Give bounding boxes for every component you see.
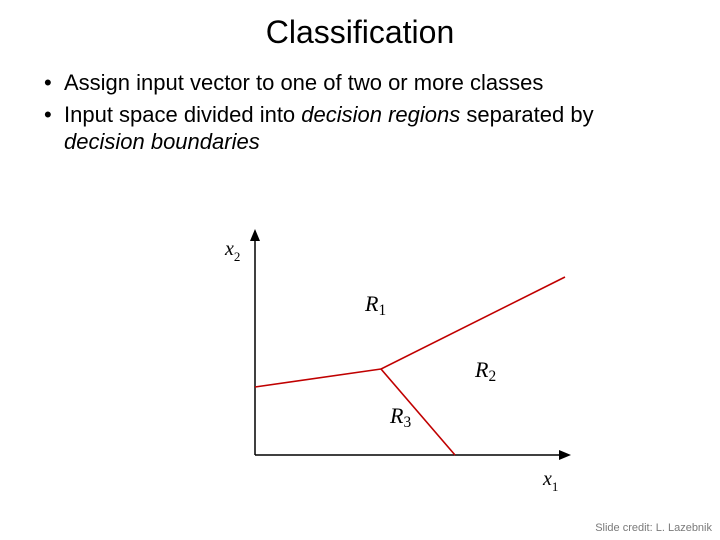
decision-boundary-1 (255, 369, 381, 387)
bullet-list: Assign input vector to one of two or mor… (0, 69, 720, 156)
figure-svg: x2 x1 R1 R2 R3 (195, 215, 595, 505)
region-3-R: R (389, 403, 404, 428)
y-axis-label: x2 (224, 238, 240, 264)
region-1-R: R (364, 291, 379, 316)
region-2-label: R2 (474, 357, 496, 385)
region-3-n: 3 (403, 414, 411, 431)
decision-boundary-3 (381, 277, 565, 369)
y-axis-label-x: x (224, 238, 234, 260)
decision-region-figure: x2 x1 R1 R2 R3 (195, 215, 595, 505)
bullet-2-italic-1: decision regions (301, 102, 460, 127)
x-axis-label-x: x (542, 468, 552, 490)
y-axis-label-sub: 2 (234, 249, 241, 264)
bullet-2-text-a: Input space divided into (64, 102, 301, 127)
region-1-label: R1 (364, 291, 386, 319)
region-2-R: R (474, 357, 489, 382)
bullet-2-italic-2: decision boundaries (64, 129, 260, 154)
slide: Classification Assign input vector to on… (0, 0, 720, 540)
y-axis-arrow-icon (250, 229, 260, 241)
bullet-1: Assign input vector to one of two or mor… (40, 69, 680, 97)
bullet-2-text-b: separated by (460, 102, 593, 127)
x-axis-label: x1 (542, 468, 558, 494)
region-3-label: R3 (389, 403, 411, 431)
bullet-2: Input space divided into decision region… (40, 101, 680, 156)
x-axis-label-sub: 1 (552, 479, 559, 494)
bullet-1-text: Assign input vector to one of two or mor… (64, 70, 543, 95)
region-1-n: 1 (378, 302, 386, 319)
page-title: Classification (0, 0, 720, 51)
slide-credit: Slide credit: L. Lazebnik (595, 522, 712, 534)
region-2-n: 2 (488, 368, 496, 385)
x-axis-arrow-icon (559, 450, 571, 460)
